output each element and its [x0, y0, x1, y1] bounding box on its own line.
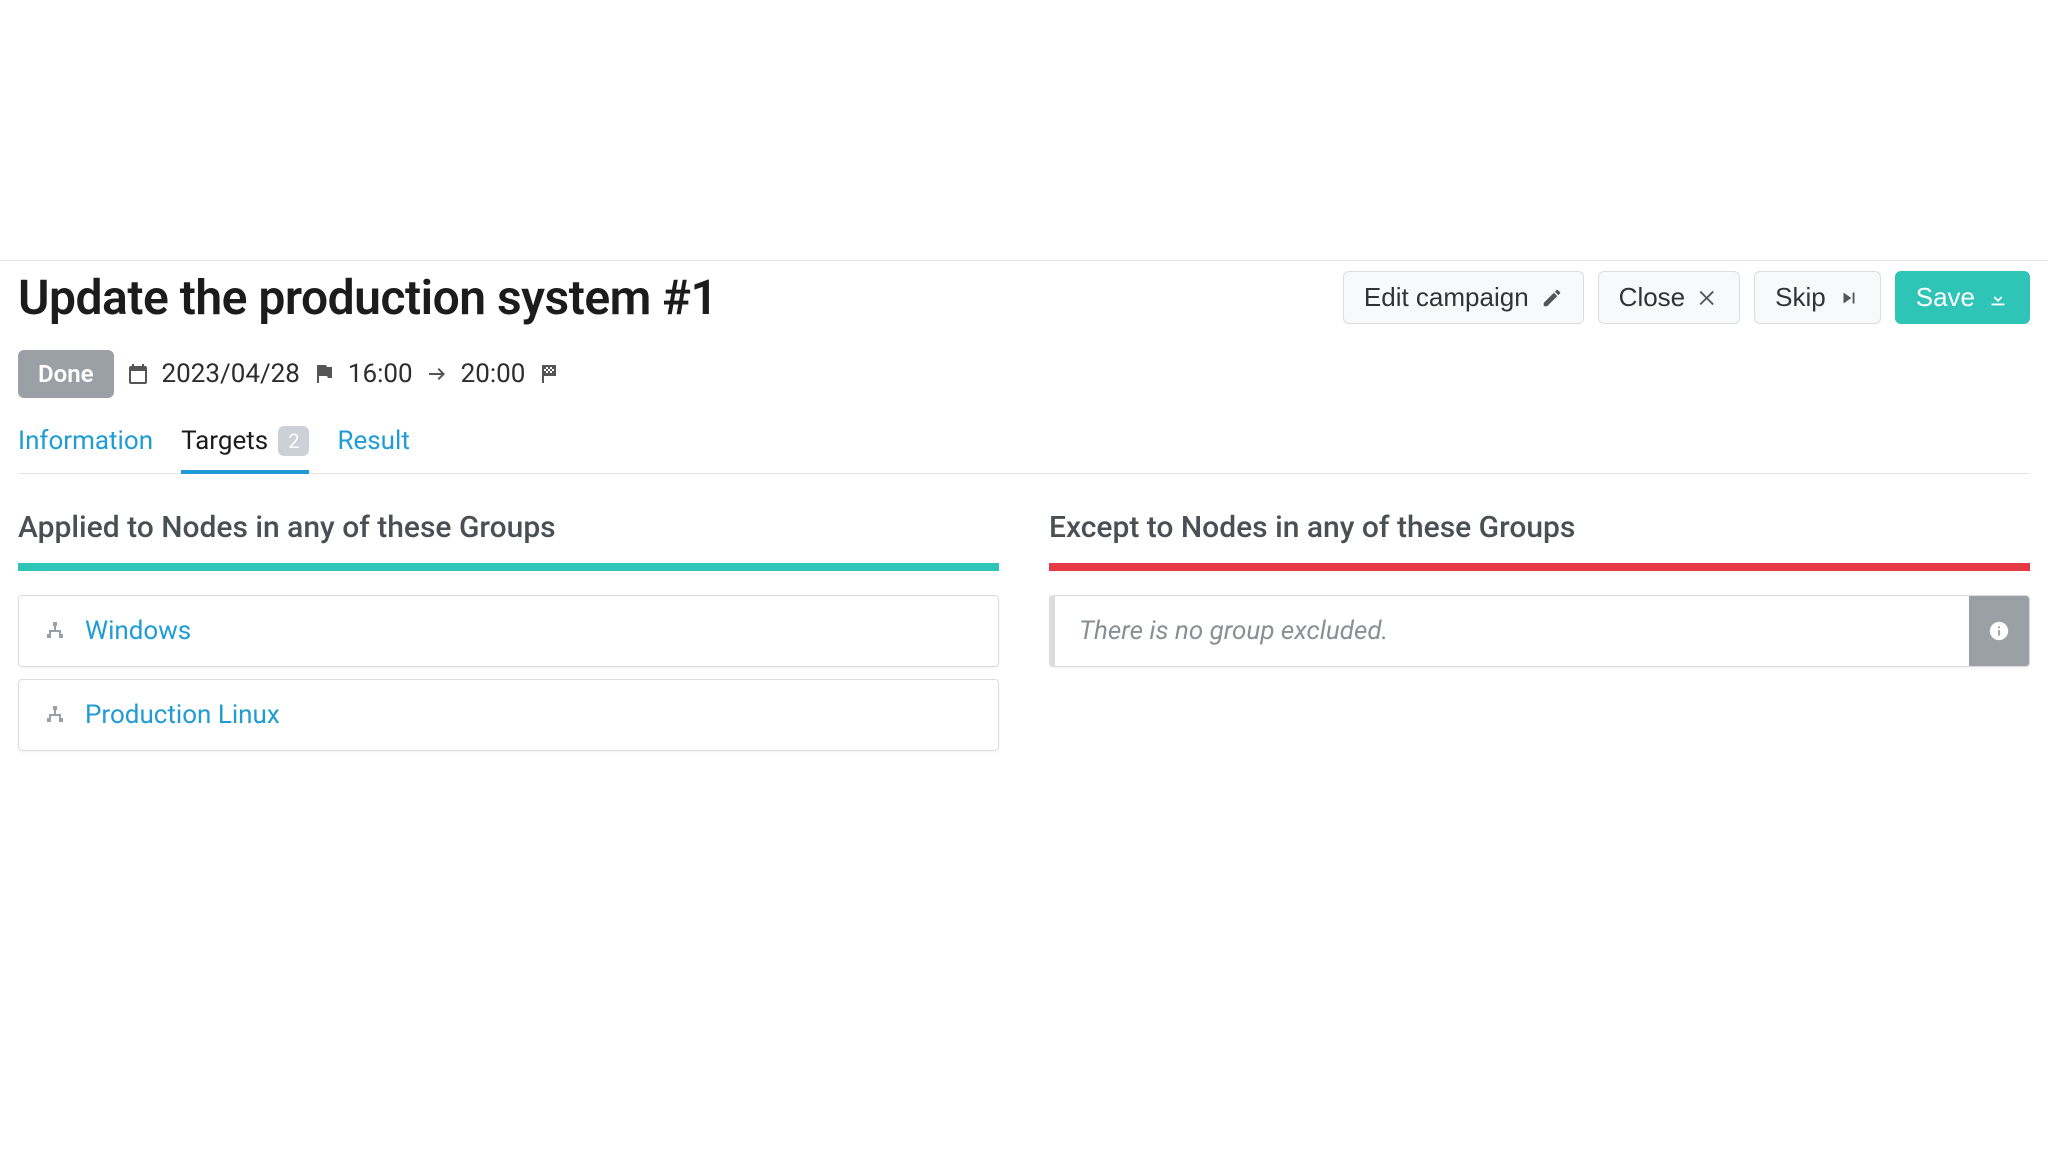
included-divider	[18, 563, 999, 571]
excluded-empty-box: There is no group excluded.	[1049, 595, 2030, 667]
skip-label: Skip	[1775, 282, 1826, 313]
tab-result-label: Result	[337, 426, 409, 456]
save-label: Save	[1916, 282, 1975, 313]
sitemap-icon	[43, 703, 67, 727]
pencil-icon	[1541, 287, 1563, 309]
tab-targets[interactable]: Targets 2	[181, 426, 309, 474]
close-icon	[1697, 287, 1719, 309]
group-link[interactable]: Windows	[85, 616, 191, 646]
info-icon	[1988, 620, 2010, 642]
schedule-end-time: 20:00	[461, 359, 526, 389]
sitemap-icon	[43, 619, 67, 643]
excluded-section: Except to Nodes in any of these Groups T…	[1049, 510, 2030, 763]
group-item[interactable]: Windows	[18, 595, 999, 667]
tab-bar: Information Targets 2 Result	[18, 426, 2030, 474]
included-heading: Applied to Nodes in any of these Groups	[18, 510, 999, 545]
action-toolbar: Edit campaign Close Skip Save	[1343, 271, 2030, 324]
group-item[interactable]: Production Linux	[18, 679, 999, 751]
flag-icon	[312, 362, 336, 386]
edit-campaign-label: Edit campaign	[1364, 282, 1529, 313]
checkered-flag-icon	[537, 362, 561, 386]
skip-next-icon	[1838, 287, 1860, 309]
included-section: Applied to Nodes in any of these Groups …	[18, 510, 999, 763]
group-link[interactable]: Production Linux	[85, 700, 280, 730]
excluded-divider	[1049, 563, 2030, 571]
tab-result[interactable]: Result	[337, 426, 409, 474]
close-label: Close	[1619, 282, 1685, 313]
schedule-start-time: 16:00	[348, 359, 413, 389]
excluded-empty-message: There is no group excluded.	[1050, 596, 1969, 666]
save-button[interactable]: Save	[1895, 271, 2030, 324]
skip-button[interactable]: Skip	[1754, 271, 1881, 324]
close-button[interactable]: Close	[1598, 271, 1740, 324]
edit-campaign-button[interactable]: Edit campaign	[1343, 271, 1584, 324]
excluded-info-button[interactable]	[1969, 596, 2029, 666]
tab-targets-label: Targets	[181, 426, 268, 456]
status-badge: Done	[18, 350, 114, 398]
download-icon	[1987, 287, 2009, 309]
tab-information-label: Information	[18, 426, 153, 456]
schedule-date: 2023/04/28	[162, 359, 300, 389]
page-title: Update the production system #1	[18, 269, 717, 326]
excluded-heading: Except to Nodes in any of these Groups	[1049, 510, 2030, 545]
tab-information[interactable]: Information	[18, 426, 153, 474]
arrow-right-icon	[425, 362, 449, 386]
calendar-icon	[126, 362, 150, 386]
tab-targets-count: 2	[278, 426, 309, 456]
